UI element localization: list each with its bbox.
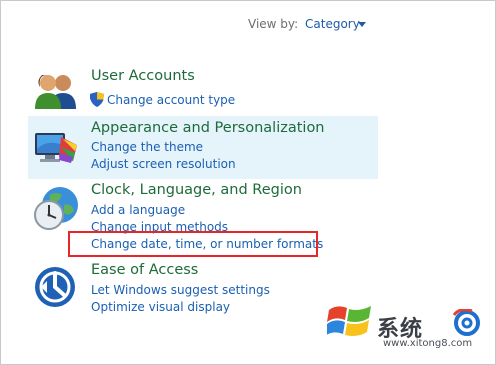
- link-change-the-theme[interactable]: Change the theme: [91, 140, 203, 154]
- link-add-a-language[interactable]: Add a language: [91, 203, 185, 217]
- category-title-clock-language-region[interactable]: Clock, Language, and Region: [91, 182, 302, 198]
- link-change-account-type[interactable]: Change account type: [107, 93, 235, 107]
- chevron-down-icon[interactable]: [358, 22, 366, 27]
- category-title-user-accounts[interactable]: User Accounts: [91, 68, 195, 84]
- link-let-windows-suggest-settings[interactable]: Let Windows suggest settings: [91, 283, 270, 297]
- shield-icon: [90, 92, 104, 111]
- appearance-icon: [33, 127, 79, 173]
- clock-globe-icon: [32, 185, 80, 237]
- view-by-dropdown[interactable]: Category: [305, 17, 360, 31]
- link-optimize-visual-display[interactable]: Optimize visual display: [91, 300, 230, 314]
- annotation-highlight-box: [68, 231, 318, 257]
- view-by-label: View by:: [248, 17, 299, 31]
- control-panel-window: View by: Category User Accounts Change a…: [0, 0, 496, 365]
- windows-logo-icon: [325, 302, 373, 346]
- ease-of-access-icon: [33, 265, 77, 313]
- category-title-ease-of-access[interactable]: Ease of Access: [91, 262, 198, 278]
- watermark-url: www.xitong8.com: [383, 338, 473, 349]
- watermark-swirl-icon: [450, 308, 484, 341]
- user-accounts-icon: [34, 71, 78, 115]
- link-adjust-screen-resolution[interactable]: Adjust screen resolution: [91, 157, 236, 171]
- category-title-appearance[interactable]: Appearance and Personalization: [91, 120, 325, 136]
